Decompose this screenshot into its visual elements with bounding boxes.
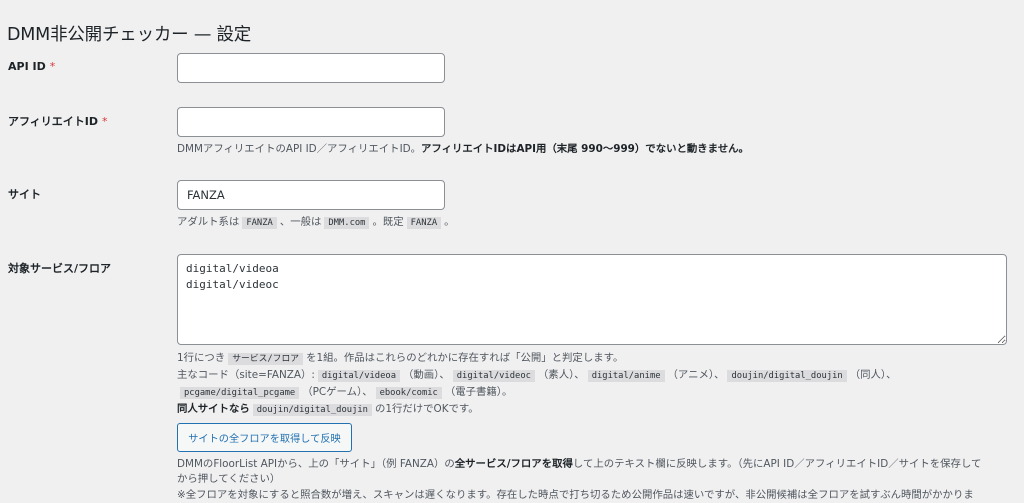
- api-id-input[interactable]: [177, 53, 445, 83]
- fetch-description-continued: から押してください）: [177, 473, 281, 485]
- floors-description-line: 1行につき サービス/フロア を1組。作品はこれらのどれかに存在すれば「公開」と判定…: [177, 352, 624, 365]
- required-mark: *: [49, 60, 56, 73]
- api-id-label: API ID *: [8, 60, 56, 73]
- floors-label: 対象サービス/フロア: [8, 262, 112, 275]
- affiliate-id-label: アフィリエイトID *: [8, 115, 108, 128]
- site-label: サイト: [8, 188, 41, 201]
- site-description: アダルト系は FANZA 、一般は DMM.com 。既定 FANZA。: [177, 216, 455, 229]
- doujin-note: 同人サイトなら doujin/digital_doujin の1行だけでOKです。: [177, 403, 479, 416]
- floors-textarea[interactable]: digital/videoa digital/videoc: [177, 254, 1007, 345]
- scan-warning-note: ※全フロアを対象にすると照合数が増え、スキャンは遅くなります。存在した時点で打ち…: [177, 489, 974, 501]
- page-title: DMM非公開チェッカー — 設定: [7, 24, 252, 45]
- site-input[interactable]: [177, 180, 445, 210]
- floors-codes-line-continued: pcgame/digital_pcgame （PCゲーム）、 ebook/comic…: [177, 385, 512, 401]
- fetch-description: DMMのFloorList APIから、上の「サイト」（例 FANZA）の全サー…: [177, 458, 982, 470]
- affiliate-id-input[interactable]: [177, 107, 445, 137]
- required-mark: *: [102, 115, 108, 128]
- affiliate-id-description: DMMアフィリエイトのAPI ID／アフィリエイトID。アフィリエイトIDはAP…: [177, 143, 749, 155]
- fetch-all-floors-button[interactable]: サイトの全フロアを取得して反映: [177, 423, 352, 452]
- floors-codes-line: 主なコード（site=FANZA）: digital/videoa （動画）、 dig…: [177, 369, 897, 382]
